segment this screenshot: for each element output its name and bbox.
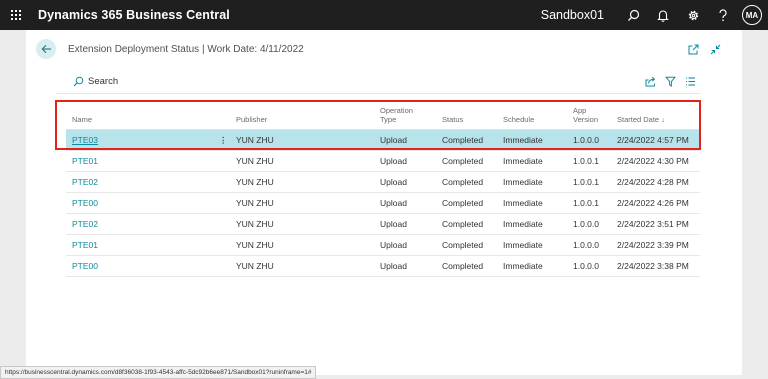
- column-header-started-date[interactable]: Started Date ↓: [617, 115, 665, 124]
- cell-name[interactable]: PTE03: [72, 130, 98, 151]
- page-header: Extension Deployment Status | Work Date:…: [26, 30, 742, 68]
- filter-icon[interactable]: [660, 72, 680, 92]
- search-icon: [73, 76, 84, 87]
- share-icon[interactable]: [640, 72, 660, 92]
- table-row[interactable]: PTE03 ⋮ YUN ZHU Upload Completed Immedia…: [66, 130, 700, 151]
- top-app-bar: Dynamics 365 Business Central Sandbox01 …: [0, 0, 768, 30]
- cell-name[interactable]: PTE01: [72, 151, 98, 172]
- cell-schedule: Immediate: [503, 261, 543, 271]
- cell-operation-type: Upload: [380, 240, 407, 250]
- cell-name[interactable]: PTE00: [72, 193, 98, 214]
- cell-status: Completed: [442, 198, 484, 208]
- cell-status: Completed: [442, 219, 484, 229]
- cell-publisher: YUN ZHU: [236, 240, 274, 250]
- cell-app-version: 1.0.0.0: [573, 135, 599, 145]
- cell-operation-type: Upload: [380, 156, 407, 166]
- cell-operation-type: Upload: [380, 177, 407, 187]
- cell-started-date: 2/24/2022 3:51 PM: [617, 219, 689, 229]
- cell-app-version: 1.0.0.1: [573, 177, 599, 187]
- list-view-icon[interactable]: [680, 72, 700, 92]
- cell-name[interactable]: PTE01: [72, 235, 98, 256]
- cell-app-version: 1.0.0.0: [573, 240, 599, 250]
- search-label: Search: [88, 76, 119, 87]
- table-row[interactable]: PTE00 YUN ZHU Upload Completed Immediate…: [66, 193, 700, 214]
- cell-operation-type: Upload: [380, 261, 407, 271]
- action-bar: Search: [56, 70, 700, 94]
- column-header-name[interactable]: Name: [72, 115, 92, 124]
- column-header-app-version[interactable]: App Version: [573, 106, 598, 124]
- table-row[interactable]: PTE00 YUN ZHU Upload Completed Immediate…: [66, 256, 700, 277]
- cell-app-version: 1.0.0.0: [573, 219, 599, 229]
- cell-schedule: Immediate: [503, 198, 543, 208]
- bell-icon[interactable]: [648, 0, 678, 30]
- avatar[interactable]: MA: [742, 5, 762, 25]
- cell-operation-type: Upload: [380, 198, 407, 208]
- cell-publisher: YUN ZHU: [236, 219, 274, 229]
- table-row[interactable]: PTE02 YUN ZHU Upload Completed Immediate…: [66, 172, 700, 193]
- column-header-schedule[interactable]: Schedule: [503, 115, 534, 124]
- table-row[interactable]: PTE02 YUN ZHU Upload Completed Immediate…: [66, 214, 700, 235]
- cell-schedule: Immediate: [503, 177, 543, 187]
- column-header-app-version-line1: App: [573, 106, 587, 115]
- cell-started-date: 2/24/2022 3:39 PM: [617, 240, 689, 250]
- column-header-status[interactable]: Status: [442, 115, 463, 124]
- search-icon[interactable]: [618, 0, 648, 30]
- cell-status: Completed: [442, 261, 484, 271]
- cell-operation-type: Upload: [380, 135, 407, 145]
- waffle-icon[interactable]: [2, 0, 30, 30]
- cell-name[interactable]: PTE00: [72, 256, 98, 277]
- cell-started-date: 2/24/2022 4:57 PM: [617, 135, 689, 145]
- cell-publisher: YUN ZHU: [236, 261, 274, 271]
- cell-name[interactable]: PTE02: [72, 214, 98, 235]
- page-title: Extension Deployment Status | Work Date:…: [68, 43, 304, 55]
- more-vertical-icon[interactable]: ⋮: [219, 130, 227, 151]
- cell-status: Completed: [442, 156, 484, 166]
- cell-status: Completed: [442, 240, 484, 250]
- cell-app-version: 1.0.0.1: [573, 156, 599, 166]
- back-button[interactable]: [36, 39, 56, 59]
- column-header-operation-type-line2: Type: [380, 115, 397, 124]
- cell-name[interactable]: PTE02: [72, 172, 98, 193]
- table-row[interactable]: PTE01 YUN ZHU Upload Completed Immediate…: [66, 151, 700, 172]
- environment-name: Sandbox01: [540, 8, 604, 22]
- cell-status: Completed: [442, 177, 484, 187]
- cell-app-version: 1.0.0.1: [573, 198, 599, 208]
- cell-publisher: YUN ZHU: [236, 177, 274, 187]
- cell-started-date: 2/24/2022 4:26 PM: [617, 198, 689, 208]
- open-new-window-icon[interactable]: [682, 38, 704, 60]
- cell-schedule: Immediate: [503, 156, 543, 166]
- column-header-app-version-line2: Version: [573, 115, 599, 124]
- cell-operation-type: Upload: [380, 219, 407, 229]
- help-icon[interactable]: [708, 0, 738, 30]
- cell-app-version: 1.0.0.0: [573, 261, 599, 271]
- back-arrow-icon: [41, 44, 51, 54]
- cell-schedule: Immediate: [503, 240, 543, 250]
- table-row[interactable]: PTE01 YUN ZHU Upload Completed Immediate…: [66, 235, 700, 256]
- search-button[interactable]: Search: [73, 76, 118, 87]
- status-bar-url: https://businesscentral.dynamics.com/d8f…: [0, 366, 317, 379]
- cell-started-date: 2/24/2022 4:28 PM: [617, 177, 689, 187]
- gear-icon[interactable]: [678, 0, 708, 30]
- column-header-publisher[interactable]: Publisher: [236, 115, 267, 124]
- cell-status: Completed: [442, 135, 484, 145]
- cell-publisher: YUN ZHU: [236, 156, 274, 166]
- app-title[interactable]: Dynamics 365 Business Central: [38, 8, 230, 22]
- column-header-operation-type[interactable]: Operation Type: [380, 106, 413, 124]
- cell-publisher: YUN ZHU: [236, 198, 274, 208]
- cell-started-date: 2/24/2022 3:38 PM: [617, 261, 689, 271]
- cell-schedule: Immediate: [503, 135, 543, 145]
- column-header-operation-type-line1: Operation: [380, 106, 413, 115]
- collapse-icon[interactable]: [704, 38, 726, 60]
- cell-publisher: YUN ZHU: [236, 135, 274, 145]
- deployment-status-table: Name Publisher Operation Type Status Sche…: [66, 102, 700, 277]
- cell-schedule: Immediate: [503, 219, 543, 229]
- cell-started-date: 2/24/2022 4:30 PM: [617, 156, 689, 166]
- table-header: Name Publisher Operation Type Status Sche…: [66, 102, 700, 130]
